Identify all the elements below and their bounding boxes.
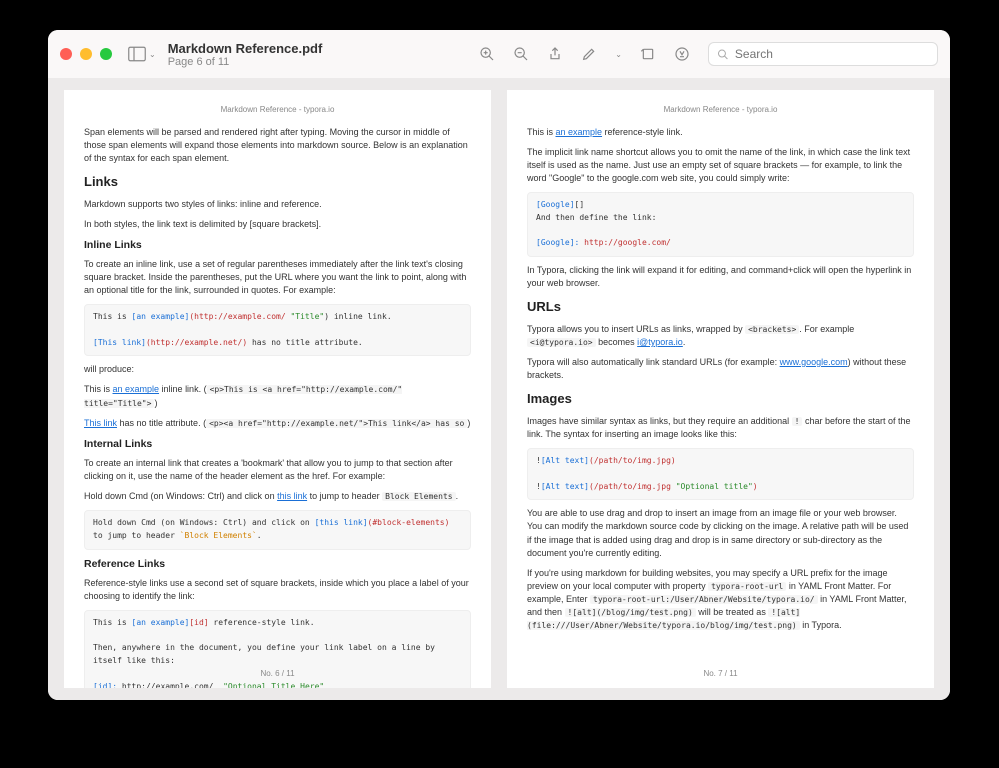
heading-inline-links: Inline Links xyxy=(84,238,471,253)
paragraph: Typora allows you to insert URLs as link… xyxy=(527,323,914,349)
heading-internal-links: Internal Links xyxy=(84,437,471,452)
search-icon xyxy=(717,48,729,61)
example-link[interactable]: an example xyxy=(556,127,603,137)
sidebar-toggle-button[interactable]: ⌄ xyxy=(128,46,156,62)
markup-chevron-icon[interactable]: ⌄ xyxy=(615,50,622,59)
paragraph: Typora will also automatically link stan… xyxy=(527,356,914,382)
paragraph: To create an inline link, use a set of r… xyxy=(84,258,471,297)
example-link[interactable]: This link xyxy=(84,418,117,428)
email-link[interactable]: i@typora.io xyxy=(637,337,683,347)
zoom-out-icon[interactable] xyxy=(513,46,529,62)
page-spread: Markdown Reference - typora.io Span elem… xyxy=(48,78,950,700)
minimize-icon[interactable] xyxy=(80,48,92,60)
paragraph: This is an example reference-style link. xyxy=(527,126,914,139)
close-icon[interactable] xyxy=(60,48,72,60)
zoom-in-icon[interactable] xyxy=(479,46,495,62)
page-footer: No. 6 / 11 xyxy=(64,668,491,680)
markup-icon[interactable] xyxy=(581,46,597,62)
window-controls xyxy=(60,48,112,60)
code-block: This is [an example](http://example.com/… xyxy=(84,304,471,356)
chevron-down-icon: ⌄ xyxy=(149,50,156,59)
toolbar: ⌄ xyxy=(479,42,938,66)
paragraph: Markdown supports two styles of links: i… xyxy=(84,198,471,211)
document-title: Markdown Reference.pdf xyxy=(168,41,323,56)
paragraph: The implicit link name shortcut allows y… xyxy=(527,146,914,185)
heading-reference-links: Reference Links xyxy=(84,557,471,572)
this-link[interactable]: this link xyxy=(277,491,307,501)
page-indicator: Page 6 of 11 xyxy=(168,56,323,68)
share-icon[interactable] xyxy=(547,46,563,62)
paragraph: will produce: xyxy=(84,363,471,376)
paragraph: You are able to use drag and drop to ins… xyxy=(527,507,914,559)
code-block: [Google][] And then define the link: [Go… xyxy=(527,192,914,257)
app-window: ⌄ Markdown Reference.pdf Page 6 of 11 ⌄ … xyxy=(48,30,950,700)
page-left: Markdown Reference - typora.io Span elem… xyxy=(64,90,491,688)
code-block: ![Alt text](/path/to/img.jpg) ![Alt text… xyxy=(527,448,914,500)
paragraph: To create an internal link that creates … xyxy=(84,457,471,483)
paragraph: Span elements will be parsed and rendere… xyxy=(84,126,471,165)
page-footer: No. 7 / 11 xyxy=(507,668,934,680)
highlight-icon[interactable] xyxy=(674,46,690,62)
titlebar: ⌄ Markdown Reference.pdf Page 6 of 11 ⌄ xyxy=(48,30,950,78)
running-head: Markdown Reference - typora.io xyxy=(84,104,471,116)
zoom-icon[interactable] xyxy=(100,48,112,60)
paragraph: In both styles, the link text is delimit… xyxy=(84,218,471,231)
paragraph: Hold down Cmd (on Windows: Ctrl) and cli… xyxy=(84,490,471,503)
page-right: Markdown Reference - typora.io This is a… xyxy=(507,90,934,688)
code-block: Hold down Cmd (on Windows: Ctrl) and cli… xyxy=(84,510,471,550)
running-head: Markdown Reference - typora.io xyxy=(527,104,914,116)
url-link[interactable]: www.google.com xyxy=(780,357,848,367)
heading-links: Links xyxy=(84,173,471,192)
paragraph: Images have similar syntax as links, but… xyxy=(527,415,914,441)
paragraph: This link has no title attribute. (<p><a… xyxy=(84,417,471,430)
rotate-icon[interactable] xyxy=(640,46,656,62)
document-title-block: Markdown Reference.pdf Page 6 of 11 xyxy=(168,41,323,68)
heading-urls: URLs xyxy=(527,298,914,317)
search-field[interactable] xyxy=(708,42,938,66)
paragraph: Reference-style links use a second set o… xyxy=(84,577,471,603)
paragraph: This is an example inline link. (<p>This… xyxy=(84,383,471,409)
heading-images: Images xyxy=(527,390,914,409)
search-input[interactable] xyxy=(735,47,929,61)
paragraph: In Typora, clicking the link will expand… xyxy=(527,264,914,290)
example-link[interactable]: an example xyxy=(113,384,160,394)
paragraph: If you're using markdown for building we… xyxy=(527,567,914,632)
